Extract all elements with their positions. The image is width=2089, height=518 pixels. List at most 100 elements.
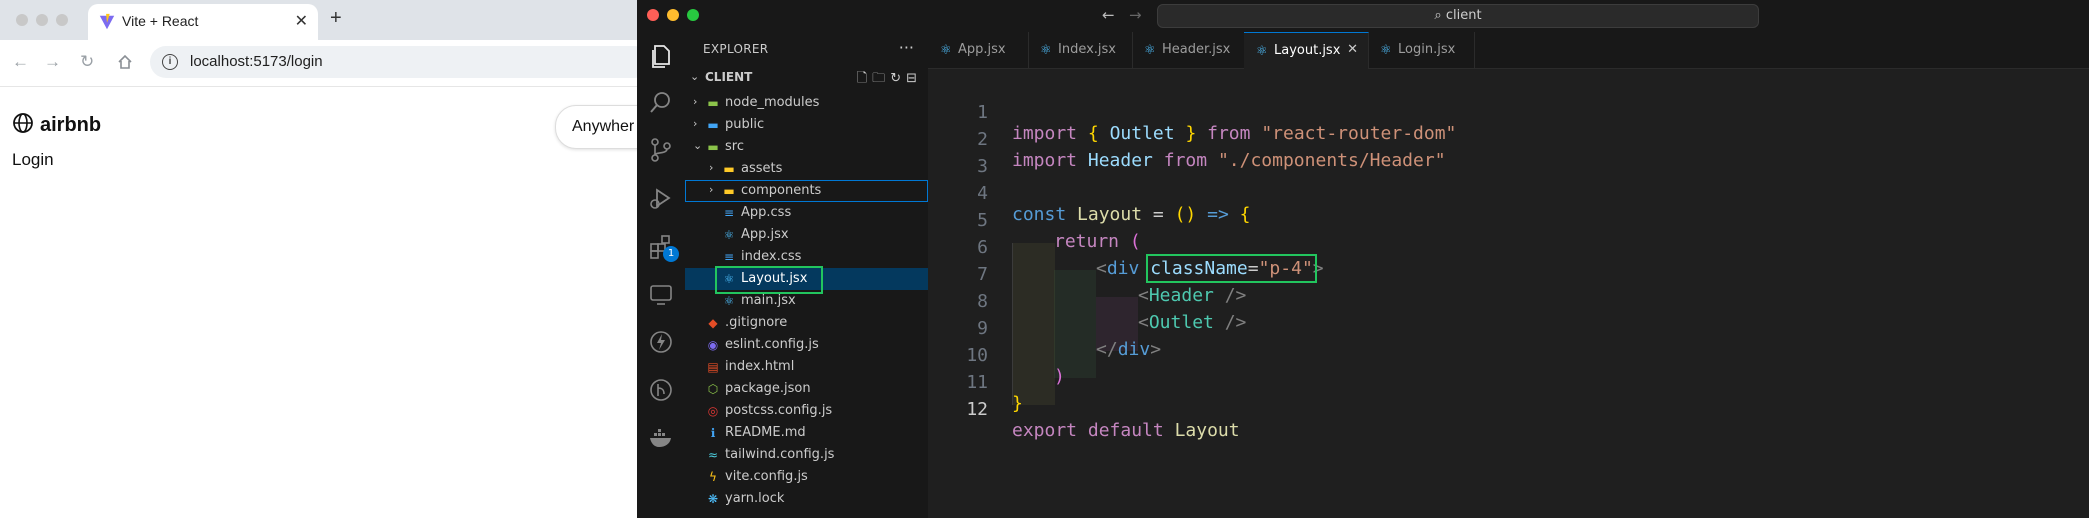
command-center-search[interactable]: ⌕ client [1157, 4, 1759, 28]
code-line-12: 12 export default Layout [928, 378, 2089, 441]
tree-item-assets[interactable]: › ▬ assets [685, 158, 928, 180]
minimize-window-button[interactable] [36, 14, 48, 26]
forward-icon[interactable]: → [44, 52, 61, 72]
tree-item-label: components [741, 183, 822, 198]
chevron-right-icon: › [693, 95, 698, 108]
gitlens-icon[interactable] [647, 376, 675, 404]
code-line-10: 10 ) [928, 324, 2089, 387]
tree-item-label: tailwind.config.js [725, 447, 835, 462]
vite-favicon-icon [99, 13, 115, 30]
browser-tab-bar: Vite + React ✕ + [0, 0, 640, 40]
tree-item-vite-config-js[interactable]: ϟ vite.config.js [685, 466, 928, 488]
back-icon[interactable]: ← [12, 52, 29, 72]
tree-item-index-css[interactable]: ≡ index.css [685, 246, 928, 268]
brand-name: airbnb [40, 114, 102, 136]
explorer-icon[interactable] [647, 42, 675, 70]
site-info-icon[interactable]: i [162, 54, 178, 70]
tree-item-label: main.jsx [741, 293, 796, 308]
folder-open-icon: ▬ [707, 140, 719, 154]
tree-item-label: App.jsx [741, 227, 789, 242]
react-file-icon: ⚛ [1256, 44, 1268, 59]
react-file-icon: ⚛ [1380, 43, 1392, 58]
thunder-client-icon[interactable] [647, 328, 675, 356]
command-center-label: client [1445, 8, 1482, 23]
tree-item-app-css[interactable]: ≡ App.css [685, 202, 928, 224]
browser-nav-bar: ← → ↻ i localhost:5173/login [0, 40, 650, 87]
tree-item-label: index.html [725, 359, 795, 374]
browser-tab[interactable]: Vite + React ✕ [88, 4, 318, 40]
tree-item-label: eslint.config.js [725, 337, 819, 352]
collapse-all-icon[interactable]: ⊟ [906, 71, 922, 86]
code-token: export [1012, 420, 1078, 441]
more-actions-icon[interactable]: ··· [899, 38, 914, 57]
remote-explorer-icon[interactable] [647, 280, 675, 308]
search-icon[interactable] [647, 88, 675, 116]
css-file-icon: ≡ [723, 250, 735, 264]
code-line-2: 2 import Header from "./components/Heade… [928, 108, 2089, 171]
address-bar[interactable]: i localhost:5173/login [150, 46, 650, 78]
chevron-right-icon: › [693, 117, 698, 130]
zoom-window-button[interactable] [687, 9, 699, 21]
tree-item-label: README.md [725, 425, 806, 440]
nav-forward-icon[interactable]: → [1129, 6, 1142, 24]
tree-item-readme-md[interactable]: ℹ README.md [685, 422, 928, 444]
close-window-button[interactable] [647, 9, 659, 21]
new-tab-icon[interactable]: + [330, 7, 342, 30]
chevron-down-icon: ⌄ [690, 70, 700, 83]
source-control-icon[interactable] [647, 136, 675, 164]
close-window-button[interactable] [16, 14, 28, 26]
tree-item-public[interactable]: › ▬ public [685, 114, 928, 136]
tree-item-label: yarn.lock [725, 491, 785, 506]
react-file-icon: ⚛ [723, 294, 735, 308]
tab-label: Index.jsx [1058, 42, 1116, 57]
tab-header-jsx[interactable]: ⚛ Header.jsx [1132, 32, 1245, 68]
close-tab-icon[interactable]: ✕ [295, 11, 308, 31]
tab-layout-jsx[interactable]: ⚛ Layout.jsx ✕ [1244, 32, 1369, 69]
tree-item-gitignore[interactable]: ◆ .gitignore [685, 312, 928, 334]
tree-item-postcss-config-js[interactable]: ◎ postcss.config.js [685, 400, 928, 422]
tree-item-index-html[interactable]: ▤ index.html [685, 356, 928, 378]
tree-item-app-jsx[interactable]: ⚛ App.jsx [685, 224, 928, 246]
new-file-icon[interactable]: 🗋 [857, 71, 872, 86]
run-debug-icon[interactable] [647, 184, 675, 212]
tree-item-label: postcss.config.js [725, 403, 833, 418]
page-login-text: Login [12, 150, 54, 169]
code-line-7: 7 <Header /> [928, 243, 2089, 306]
tree-item-node-modules[interactable]: › ▬ node_modules [685, 92, 928, 114]
tab-label: Layout.jsx [1274, 43, 1341, 58]
code-editor[interactable]: 1 import { Outlet } from "react-router-d… [928, 68, 2089, 518]
vscode-window: ← → ⌕ client 1 EXPLORER ··· ⌄ CLIENT 🗋🗀↻… [637, 0, 2089, 518]
info-file-icon: ℹ [710, 426, 716, 440]
docker-icon[interactable] [647, 424, 675, 452]
code-line-3: 3 [928, 135, 2089, 177]
project-root[interactable]: ⌄ CLIENT 🗋🗀↻⊟ [685, 67, 928, 87]
tree-item-src[interactable]: ⌄ ▬ src [685, 136, 928, 158]
code-line-4: 4 const Layout = () => { [928, 162, 2089, 225]
home-icon[interactable] [117, 54, 133, 70]
tab-label: Header.jsx [1162, 42, 1231, 57]
airbnb-logo[interactable]: airbnb [12, 112, 101, 137]
search-icon: ⌕ [1434, 8, 1442, 23]
chevron-down-icon: ⌄ [693, 139, 703, 152]
nav-back-icon[interactable]: ← [1102, 6, 1115, 24]
tree-item-tailwind-config-js[interactable]: ≈ tailwind.config.js [685, 444, 928, 466]
tree-item-eslint-config-js[interactable]: ◉ eslint.config.js [685, 334, 928, 356]
tab-index-jsx[interactable]: ⚛ Index.jsx [1028, 32, 1133, 68]
html-file-icon: ▤ [707, 360, 719, 374]
tab-app-jsx[interactable]: ⚛ App.jsx [928, 32, 1029, 68]
refresh-icon[interactable]: ↻ [890, 71, 906, 86]
css-file-icon: ≡ [723, 206, 735, 220]
zoom-window-button[interactable] [56, 14, 68, 26]
code-line-9: 9 </div> [928, 297, 2089, 360]
new-folder-icon[interactable]: 🗀 [872, 71, 890, 86]
tab-login-jsx[interactable]: ⚛ Login.jsx [1368, 32, 1475, 68]
layout-file-highlight [715, 266, 823, 294]
tree-item-components[interactable]: › ▬ components [685, 180, 928, 202]
close-tab-icon[interactable]: ✕ [1347, 42, 1358, 57]
activity-bar: 1 [637, 32, 686, 518]
minimize-window-button[interactable] [667, 9, 679, 21]
reload-icon[interactable]: ↻ [80, 52, 94, 72]
globe-icon [13, 113, 33, 133]
tree-item-package-json[interactable]: ⬡ package.json [685, 378, 928, 400]
tree-item-yarn-lock[interactable]: ❋ yarn.lock [685, 488, 928, 510]
